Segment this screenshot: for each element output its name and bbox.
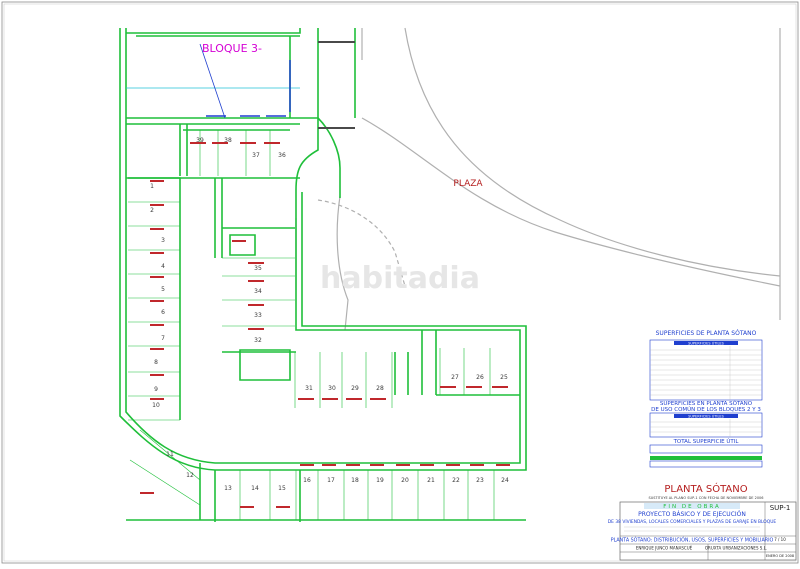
parking-bays: [128, 130, 495, 520]
space-number: 28: [376, 385, 384, 392]
space-number: 12: [186, 472, 194, 479]
surfaces-main-title: SUPERFICIES DE PLANTA SÓTANO: [656, 330, 757, 337]
block-title: BLOQUE 3-: [202, 42, 262, 55]
space-number: 7: [161, 335, 165, 342]
space-number: 16: [303, 477, 311, 484]
common-title-2: DE USO COMÚN DE LOS BLOQUES 2 Y 3: [651, 406, 761, 413]
space-number: 30: [328, 385, 336, 392]
surfaces-tables: SUPERFICIES DE PLANTA SÓTANO SUPERFICIES…: [649, 330, 763, 468]
space-number: 23: [476, 477, 484, 484]
sheet-number: 7 / 10: [774, 537, 786, 542]
space-number: 32: [254, 337, 262, 344]
space-number: 31: [305, 385, 313, 392]
space-number: 20: [401, 477, 409, 484]
space-number: 19: [376, 477, 384, 484]
space-number: 29: [351, 385, 359, 392]
space-number: 5: [161, 286, 165, 293]
space-number: 13: [224, 485, 232, 492]
space-number: 36: [278, 152, 286, 159]
developer-name: ORUXTA URBANIZACIONES S.L.: [705, 546, 767, 551]
space-number: 4: [161, 263, 165, 270]
space-number: 1: [150, 183, 154, 190]
floor-plan-drawing: BLOQUE 3- PLAZA habitadia 39 38 37 36 35…: [1, 1, 799, 564]
replacement-note: SUSTITUYE AL PLANO SUP-1 CON FECHA DE NO…: [648, 496, 763, 500]
space-number: 18: [351, 477, 359, 484]
space-number: 37: [252, 152, 260, 159]
space-number: 39: [196, 137, 204, 144]
total-utiles-title: SUPERFICIES ÚTILES: [688, 414, 724, 419]
space-number: 22: [452, 477, 460, 484]
drawing-subtitle: PLANTA SÓTANO: DISTRIBUCIÓN, USOS, SUPER…: [611, 537, 774, 544]
space-number: 25: [500, 374, 508, 381]
space-number: 11: [166, 451, 174, 458]
surfaces-utiles-title: SUPERFICIES ÚTILES: [688, 341, 724, 346]
title-block: PLANTA SÓTANO SUSTITUYE AL PLANO SUP-1 C…: [608, 482, 797, 561]
space-number: 14: [251, 485, 259, 492]
space-number: 10: [152, 402, 160, 409]
project-line-2: DE 38 VIVIENDAS, LOCALES COMERCIALES Y P…: [608, 519, 777, 525]
space-number: 38: [224, 137, 232, 144]
space-number: 33: [254, 312, 262, 319]
space-number: 26: [476, 374, 484, 381]
watermark: habitadia: [320, 261, 480, 296]
space-number: 9: [154, 386, 158, 393]
space-number: 24: [501, 477, 509, 484]
space-number: 21: [427, 477, 435, 484]
total-title: TOTAL SUPERFICIE ÚTIL: [673, 438, 740, 445]
common-title-1: SUPERFICIES EN PLANTA SÓTANO: [660, 400, 753, 407]
plaza-label: PLAZA: [453, 179, 483, 189]
space-number: 17: [327, 477, 335, 484]
space-number: 2: [150, 207, 154, 214]
space-number: 15: [278, 485, 286, 492]
project-line-1: PROYECTO BÁSICO Y DE EJECUCIÓN: [638, 511, 746, 518]
annotations: [140, 142, 510, 508]
sheet-code: SUP-1: [770, 504, 791, 512]
stage-label: FIN DE OBRA: [663, 504, 721, 510]
drawing-big-title: PLANTA SÓTANO: [664, 482, 747, 495]
space-number: 34: [254, 288, 262, 295]
space-numbers: 39 38 37 36 35 34 33 32 31 30 29 28 27 2…: [150, 137, 509, 492]
space-number: 3: [161, 237, 165, 244]
architect-name: ENRIQUE JUNCO MANASCUÉ: [636, 546, 693, 551]
space-number: 8: [154, 359, 158, 366]
space-number: 35: [254, 265, 262, 272]
drawing-date: ENERO DE 2008: [766, 554, 794, 558]
space-number: 27: [451, 374, 459, 381]
space-number: 6: [161, 309, 165, 316]
